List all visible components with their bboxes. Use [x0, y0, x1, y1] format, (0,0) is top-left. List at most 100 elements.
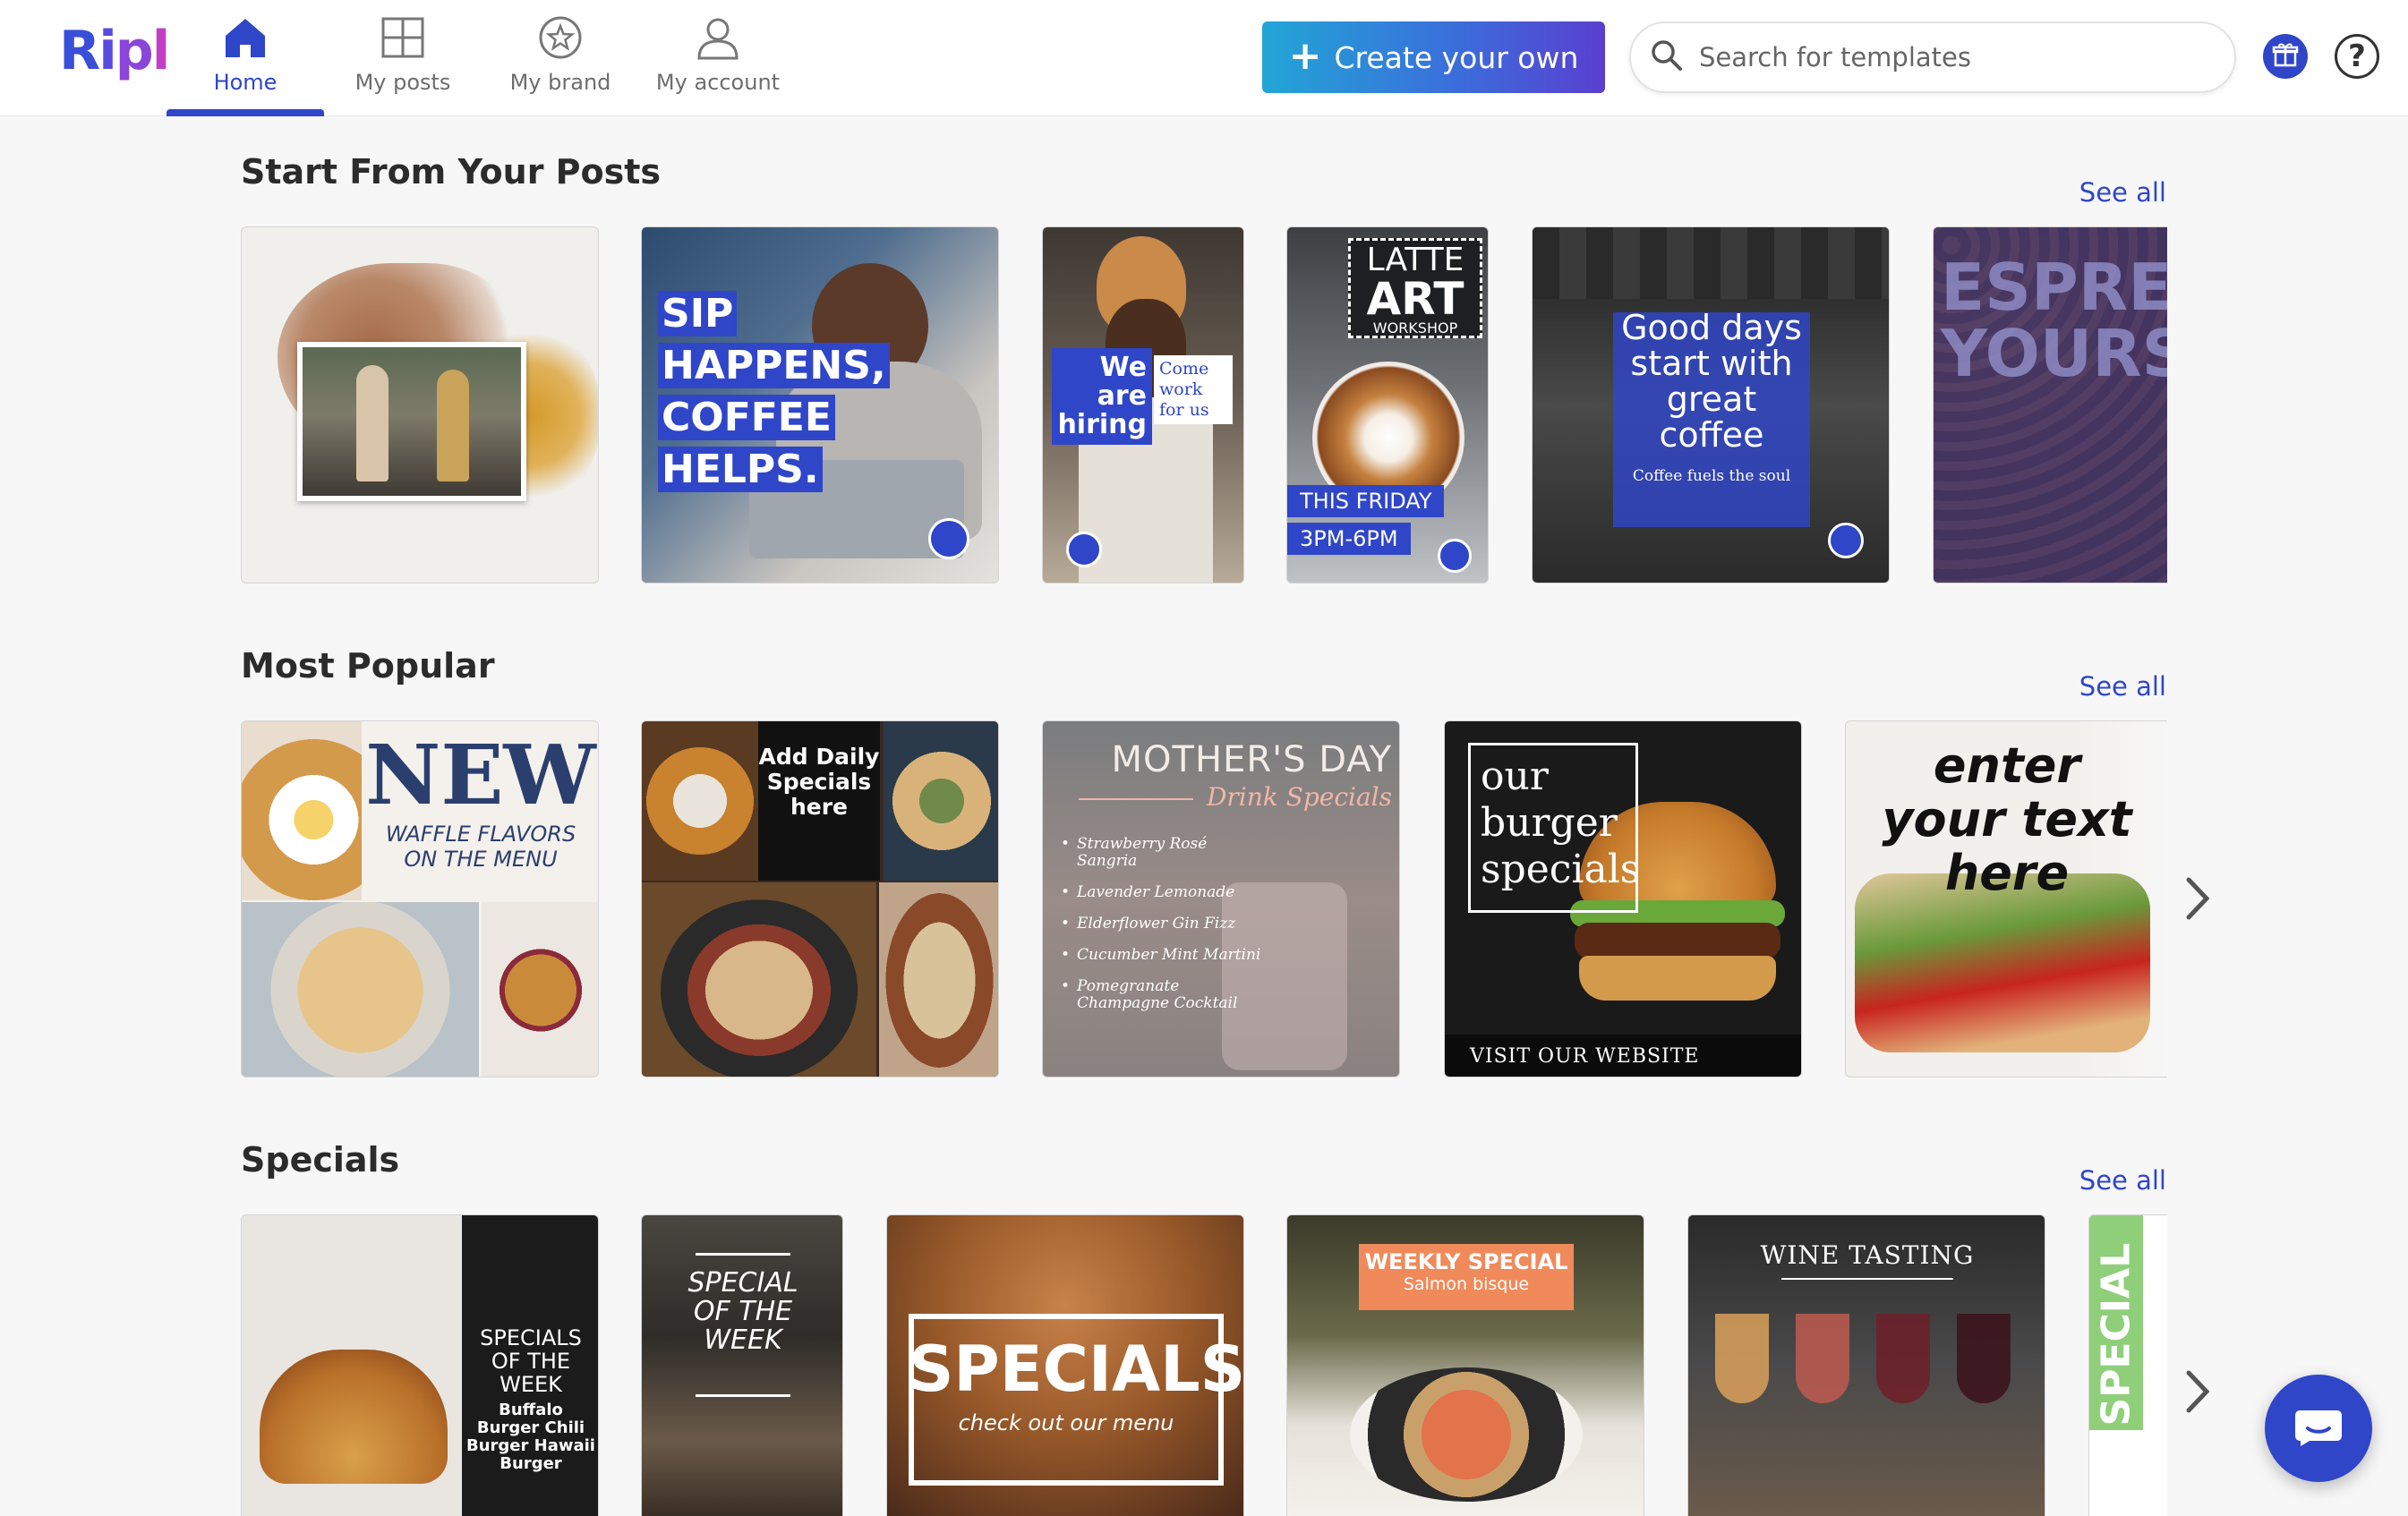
nav-home[interactable]: Home [167, 0, 324, 116]
chat-button[interactable] [2265, 1375, 2372, 1482]
drink-name: Pomegranate Champagne Cocktail [1077, 977, 1238, 1012]
wine-tasting-text: WINE TASTING [1760, 1240, 1975, 1270]
good-days-sub: Coffee fuels the soul [1632, 467, 1791, 485]
popular-template-tile[interactable]: our burger specials VISIT OUR WEBSITE [1444, 720, 1802, 1077]
section-title-specials: Specials [241, 1140, 400, 1180]
help-icon[interactable]: ? [2335, 34, 2379, 79]
drink-list-item: • Strawberry Rosé Sangria [1061, 836, 1267, 870]
add-daily-specials-text: Add Daily Specials here [758, 721, 880, 881]
tile-text-line: HAPPENS, [658, 343, 890, 388]
nav-my-account[interactable]: My account [639, 0, 797, 116]
nav-my-posts-label: My posts [354, 70, 451, 95]
chevron-right-icon [2186, 1370, 2210, 1413]
section-title-most-popular: Most Popular [241, 646, 495, 686]
cafe-photo [297, 342, 526, 501]
coffee-logo-badge [928, 518, 969, 559]
food-photo [642, 721, 758, 881]
nav-my-brand-label: My brand [509, 70, 611, 95]
grid-icon [380, 14, 426, 61]
chevron-right-icon [2186, 877, 2210, 920]
post-template-tile[interactable]: ESPRESS YOURSE [1933, 226, 2167, 583]
burger-patty [1575, 923, 1780, 958]
burger-bun-bottom [1579, 956, 1776, 1001]
see-all-specials-link[interactable]: See all [2079, 1165, 2166, 1196]
wine-glass [1796, 1314, 1849, 1403]
post-template-tile[interactable]: SIP HAPPENS, COFFEE HELPS. [641, 226, 999, 583]
create-button-label: Create your own [1334, 39, 1579, 75]
weekly-special-label: WEEKLY SPECIAL Salmon bisque [1359, 1244, 1574, 1310]
burger-specials-text: our burger specials [1481, 754, 1641, 892]
espress-yourself-text: ESPRESS YOURSE [1941, 250, 2167, 391]
popular-template-tile[interactable]: MOTHER'S DAY Drink Specials • Strawberry … [1042, 720, 1400, 1077]
specials-template-tile[interactable]: SPECIAL OF THE WEEK [641, 1214, 843, 1516]
nav-my-brand[interactable]: My brand [482, 0, 639, 116]
come-work-text: Come work for us [1154, 355, 1233, 424]
drink-name: Strawberry Rosé Sangria [1077, 835, 1208, 870]
section-title-posts: Start From Your Posts [241, 152, 662, 192]
burger-photo [260, 1350, 448, 1484]
wine-glass [1715, 1314, 1769, 1403]
tile-text-line: HELPS. [658, 447, 823, 492]
post-template-tile[interactable]: LATTE ART WORKSHOP THIS FRIDAY 3PM-6PM [1286, 226, 1489, 583]
waffle-photo [242, 721, 362, 900]
drink-name: Elderflower Gin Fizz [1077, 915, 1236, 933]
see-all-popular-link[interactable]: See all [2079, 671, 2166, 702]
food-photo [642, 882, 876, 1077]
specials-template-tile[interactable]: SPECIALS OF THE WEEK Buffalo Burger Chil… [241, 1214, 599, 1516]
bullet: • [1061, 883, 1071, 901]
visit-website-banner: VISIT OUR WEBSITE [1445, 1035, 1801, 1077]
specials-template-tile[interactable]: WEEKLY SPECIAL Salmon bisque [1286, 1214, 1644, 1516]
waffle-photo [242, 902, 479, 1077]
we-are-hiring-text: We are hiring [1052, 348, 1152, 445]
special-of-the-week-text: SPECIAL OF THE WEEK [687, 1267, 798, 1356]
plus-icon: + [1288, 32, 1322, 79]
specials-template-tile[interactable]: SPECIALS check out our menu [886, 1214, 1244, 1516]
post-template-tile[interactable] [241, 226, 599, 583]
tile-text-line: COFFEE [658, 395, 835, 440]
divider-line [696, 1394, 790, 1397]
this-friday-label: THIS FRIDAY [1287, 485, 1445, 517]
divider-line [696, 1253, 790, 1256]
bullet: • [1061, 915, 1071, 933]
latte-art-badge: LATTE ART WORKSHOP [1348, 238, 1482, 338]
good-days-headline: Good days start with great coffee [1621, 308, 1802, 455]
nav-my-posts[interactable]: My posts [324, 0, 482, 116]
popular-template-tile[interactable]: Add Daily Specials here [641, 720, 999, 1077]
time-label: 3PM-6PM [1287, 523, 1411, 555]
specials-template-tile[interactable]: SPECIAL [2088, 1214, 2167, 1516]
specials-week-heading: SPECIALS OF THE WEEK [480, 1325, 582, 1397]
mothers-day-title: MOTHER'S DAY [1111, 739, 1392, 780]
popular-next-arrow[interactable] [2179, 872, 2215, 925]
divider-line [1781, 1278, 1953, 1280]
waffle-flavors-text: WAFFLE FLAVORS ON THE MENU [385, 822, 576, 872]
popular-template-tile[interactable]: enter your text here [1845, 720, 2167, 1077]
post-template-tile[interactable]: Good days start with great coffee Coffee… [1532, 226, 1890, 583]
popular-template-tile[interactable]: NEW WAFFLE FLAVORS ON THE MENU [241, 720, 599, 1077]
logo-text: Ripl [59, 20, 170, 82]
ripl-logo[interactable]: Ripl [59, 20, 170, 82]
coffee-logo-badge [1066, 532, 1102, 567]
drink-list-item: • Elderflower Gin Fizz [1061, 916, 1267, 933]
see-all-posts-link[interactable]: See all [2079, 177, 2166, 208]
top-bar: Ripl Home My posts My brand My account +… [0, 0, 2408, 116]
bullet: • [1061, 946, 1071, 964]
main-nav: Home My posts My brand My account [167, 0, 797, 116]
food-photo [884, 721, 998, 881]
star-badge-icon [537, 14, 584, 61]
specials-next-arrow[interactable] [2179, 1365, 2215, 1418]
specials-template-tile[interactable]: WINE TASTING [1687, 1214, 2045, 1516]
logo-letter: i [98, 20, 117, 82]
home-icon [222, 14, 269, 61]
salmon-dish [1350, 1367, 1583, 1502]
gift-button[interactable] [2263, 34, 2308, 79]
weekly-special-heading: WEEKLY SPECIAL [1364, 1249, 1568, 1274]
enter-text-placeholder: enter your text here [1882, 737, 2132, 901]
gift-icon [2272, 41, 2299, 72]
create-your-own-button[interactable]: + Create your own [1262, 21, 1605, 93]
espresso-machine [1533, 227, 1889, 299]
logo-letter: R [59, 20, 100, 82]
search-input[interactable] [1699, 42, 2200, 72]
check-menu-text: check out our menu [958, 1410, 1174, 1435]
search-bar[interactable] [1629, 21, 2236, 93]
post-template-tile[interactable]: We are hiring Come work for us [1042, 226, 1244, 583]
